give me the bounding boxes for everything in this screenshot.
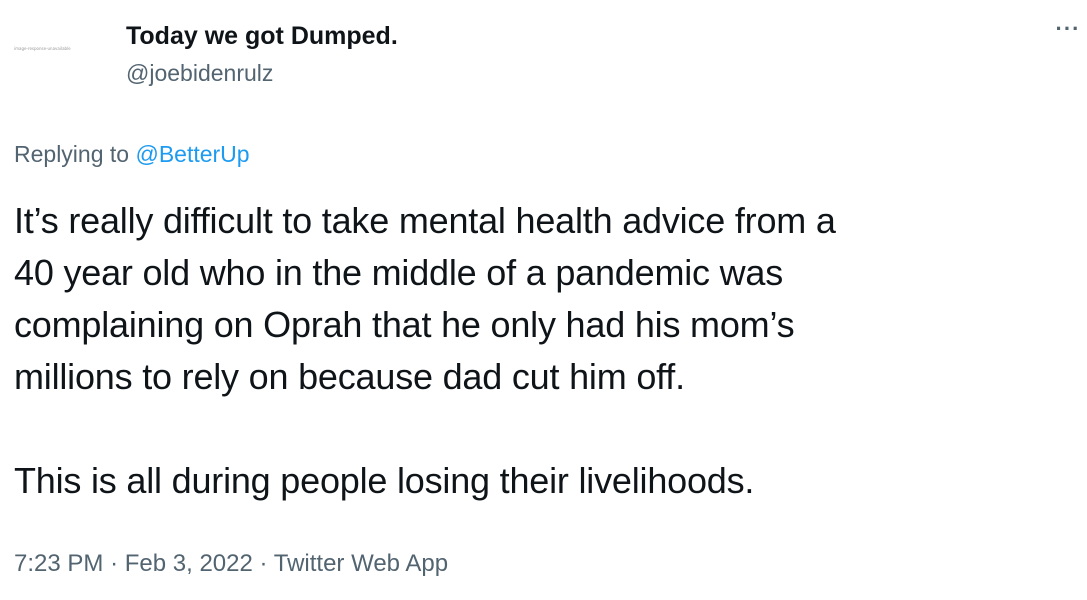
tweet-text-line: It’s really difficult to take mental hea… <box>14 200 836 241</box>
meta-separator: · <box>110 550 119 577</box>
tweet-text-line: complaining on Oprah that he only had hi… <box>14 304 795 345</box>
more-options-button[interactable]: ··· <box>1053 18 1083 48</box>
user-handle[interactable]: @joebidenrulz <box>126 60 273 87</box>
more-horizontal-icon: ··· <box>1055 16 1081 41</box>
tweet-text: It’s really difficult to take mental hea… <box>14 195 1084 507</box>
avatar-alt-text: image-response-unavailable <box>14 46 71 51</box>
meta-separator: · <box>259 550 268 577</box>
tweet-date[interactable]: Feb 3, 2022 <box>125 550 253 577</box>
avatar[interactable]: image-response-unavailable <box>14 43 110 55</box>
display-name[interactable]: Today we got Dumped. <box>126 22 398 51</box>
tweet-text-line: millions to rely on because dad cut him … <box>14 356 685 397</box>
tweet-source[interactable]: Twitter Web App <box>274 550 448 577</box>
tweet-text-line: 40 year old who in the middle of a pande… <box>14 252 784 293</box>
tweet-time[interactable]: 7:23 PM <box>14 550 103 577</box>
replying-to-line: Replying to @BetterUp <box>14 141 250 168</box>
tweet-card: image-response-unavailable Today we got … <box>0 0 1087 600</box>
tweet-metadata: 7:23 PM · Feb 3, 2022 · Twitter Web App <box>14 550 448 578</box>
replying-to-label: Replying to <box>14 141 130 167</box>
reply-mention-link[interactable]: @BetterUp <box>135 141 249 167</box>
tweet-text-line: This is all during people losing their l… <box>14 460 755 501</box>
